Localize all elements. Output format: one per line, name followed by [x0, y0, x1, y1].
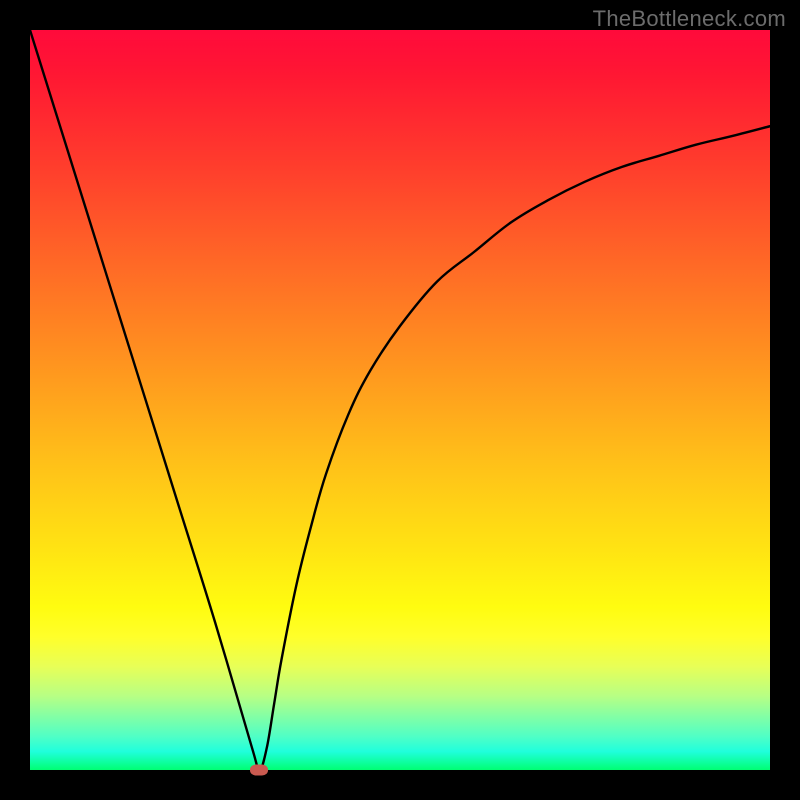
chart-plot-area: [30, 30, 770, 770]
watermark-text: TheBottleneck.com: [593, 6, 786, 32]
chart-frame: TheBottleneck.com: [0, 0, 800, 800]
minimum-marker-icon: [250, 765, 268, 776]
